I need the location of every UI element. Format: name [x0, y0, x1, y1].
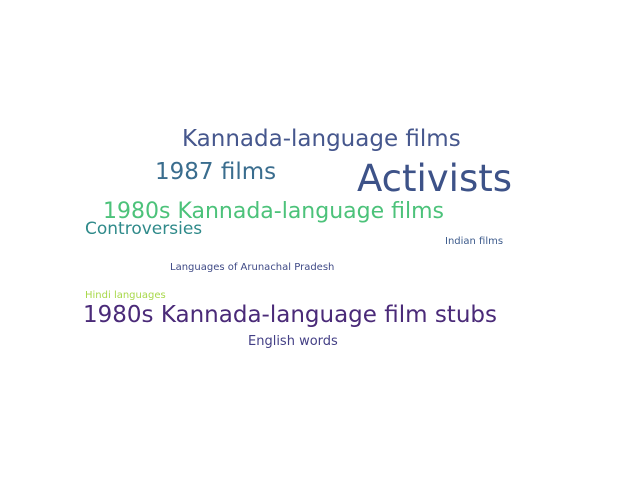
- word-kannada-language-films: Kannada-language films: [182, 126, 461, 152]
- word-english-words: English words: [248, 334, 338, 349]
- word-activists: Activists: [357, 157, 513, 200]
- word-languages-of-arunachal-pradesh: Languages of Arunachal Pradesh: [170, 262, 335, 273]
- word-1980s-kannada-language-film-stubs: 1980s Kannada-language film stubs: [83, 302, 497, 328]
- word-cloud: Kannada-language films 1987 films Activi…: [0, 0, 640, 480]
- word-controversies: Controversies: [85, 219, 203, 239]
- word-indian-films: Indian films: [445, 236, 504, 247]
- word-hindi-languages: Hindi languages: [85, 290, 166, 301]
- word-1987-films: 1987 films: [155, 159, 277, 185]
